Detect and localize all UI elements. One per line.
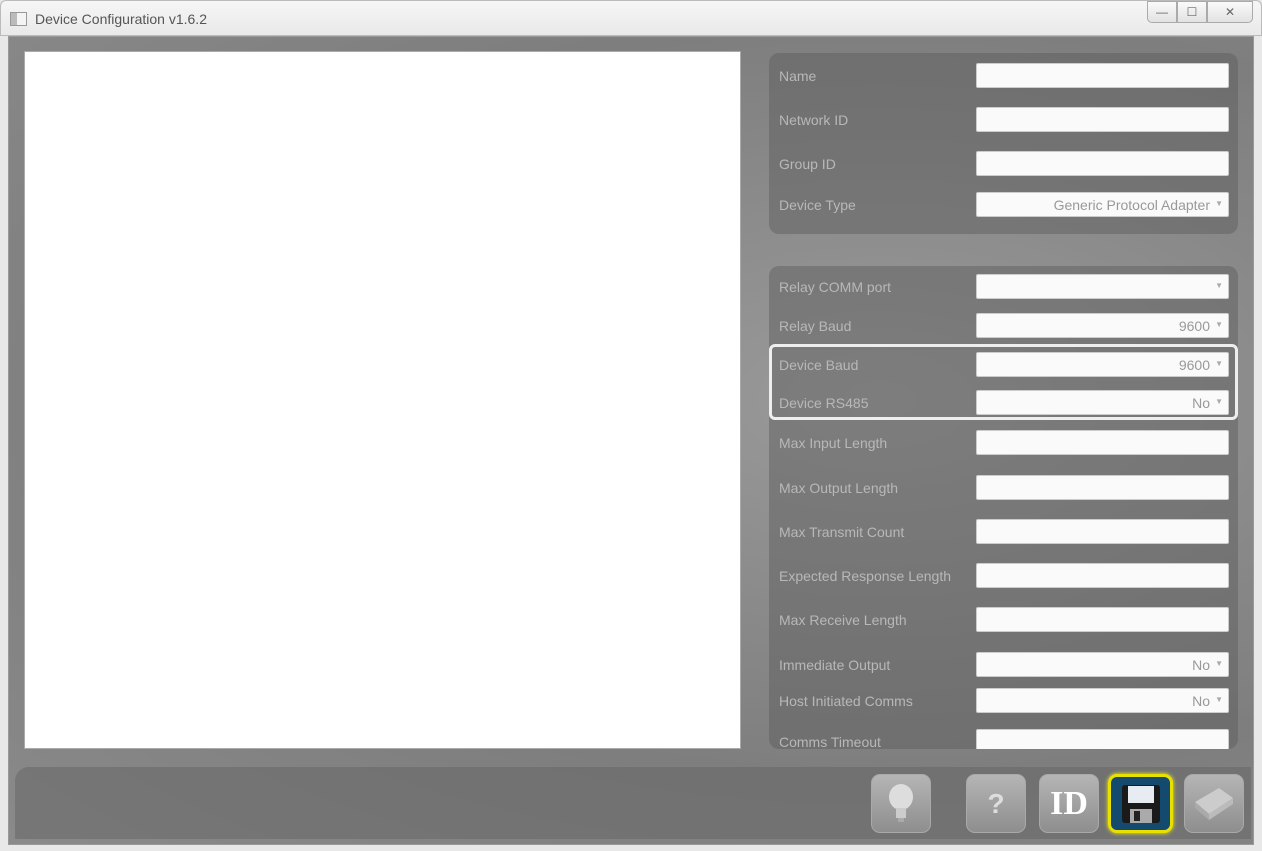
client-area: Name Network ID Group ID Device Type Gene… (8, 36, 1254, 845)
chevron-down-icon: ▼ (1215, 199, 1223, 208)
relay-baud-value: 9600 (1178, 318, 1210, 334)
lightbulb-button[interactable] (871, 774, 931, 833)
comms-row: Device RS485 No ▼ (779, 390, 1229, 416)
chevron-down-icon: ▼ (1215, 320, 1223, 329)
relay-comm-port-select[interactable]: ▼ (976, 274, 1229, 299)
toolbar: ? ID (15, 767, 1251, 839)
program-chip-button[interactable] (1184, 774, 1244, 833)
comms-row: Max Transmit Count (779, 519, 1229, 545)
device-type-value: Generic Protocol Adapter (1053, 197, 1210, 213)
preview-canvas (24, 51, 741, 749)
expected-response-length-input[interactable] (976, 563, 1229, 588)
device-baud-value: 9600 (1178, 357, 1210, 373)
relay-comm-port-label: Relay COMM port (779, 279, 892, 295)
device-baud-select[interactable]: 9600 ▼ (976, 352, 1229, 377)
immediate-output-value: No (1192, 657, 1210, 673)
group-id-label: Group ID (779, 156, 836, 172)
comms-row: Max Output Length (779, 475, 1229, 501)
title-bar: Device Configuration v1.6.2 — ☐ ✕ (0, 0, 1262, 36)
name-label: Name (779, 68, 817, 84)
device-baud-label: Device Baud (779, 357, 859, 373)
comms-row: Immediate Output No ▼ (779, 652, 1229, 678)
host-initiated-comms-select[interactable]: No ▼ (976, 688, 1229, 713)
app-icon (10, 12, 27, 26)
immediate-output-label: Immediate Output (779, 657, 891, 673)
device-panel: Name Network ID Group ID Device Type Gene… (769, 53, 1238, 234)
comms-row: Device Baud 9600 ▼ (779, 352, 1229, 378)
chevron-down-icon: ▼ (1215, 359, 1223, 368)
comms-row: Comms Timeout (779, 729, 1229, 749)
help-icon: ? (987, 787, 1005, 819)
group-id-input[interactable] (976, 151, 1229, 176)
minimize-button[interactable]: — (1147, 1, 1177, 23)
help-button[interactable]: ? (966, 774, 1026, 833)
chip-icon (1195, 787, 1233, 820)
maximize-button[interactable]: ☐ (1177, 1, 1207, 23)
comms-timeout-label: Comms Timeout (779, 734, 881, 749)
max-receive-length-label: Max Receive Length (779, 612, 907, 628)
comms-row: Max Input Length (779, 430, 1229, 456)
name-input[interactable] (976, 63, 1229, 88)
max-output-length-label: Max Output Length (779, 480, 899, 496)
close-button[interactable]: ✕ (1207, 1, 1253, 23)
window-title: Device Configuration v1.6.2 (35, 11, 207, 27)
relay-baud-select[interactable]: 9600 ▼ (976, 313, 1229, 338)
immediate-output-select[interactable]: No ▼ (976, 652, 1229, 677)
relay-baud-label: Relay Baud (779, 318, 852, 334)
device-type-label: Device Type (779, 197, 856, 213)
max-receive-length-input[interactable] (976, 607, 1229, 632)
lightbulb-icon (889, 783, 913, 822)
chevron-down-icon: ▼ (1215, 281, 1223, 290)
network-id-label: Network ID (779, 112, 849, 128)
device-rs485-label: Device RS485 (779, 395, 869, 411)
comms-row: Max Receive Length (779, 607, 1229, 633)
device-rs485-value: No (1192, 395, 1210, 411)
expected-response-length-label: Expected Response Length (779, 568, 952, 584)
network-id-input[interactable] (976, 107, 1229, 132)
chevron-down-icon: ▼ (1215, 695, 1223, 704)
max-output-length-input[interactable] (976, 475, 1229, 500)
max-transmit-count-label: Max Transmit Count (779, 524, 905, 540)
comms-panel: Relay COMM port ▼ Relay Baud 9600 ▼ Device Ba… (769, 266, 1238, 749)
comms-row: Expected Response Length (779, 563, 1229, 589)
max-input-length-input[interactable] (976, 430, 1229, 455)
save-icon (1121, 784, 1160, 823)
id-icon: ID (1050, 784, 1088, 822)
id-button[interactable]: ID (1039, 774, 1099, 833)
device-type-select[interactable]: Generic Protocol Adapter ▼ (976, 192, 1229, 217)
comms-row: Host Initiated Comms No ▼ (779, 688, 1229, 714)
host-initiated-comms-value: No (1192, 693, 1210, 709)
save-button[interactable] (1108, 774, 1173, 833)
chevron-down-icon: ▼ (1215, 397, 1223, 406)
device-rs485-select[interactable]: No ▼ (976, 390, 1229, 415)
comms-timeout-input[interactable] (976, 729, 1229, 749)
chevron-down-icon: ▼ (1215, 659, 1223, 668)
max-transmit-count-input[interactable] (976, 519, 1229, 544)
max-input-length-label: Max Input Length (779, 435, 888, 451)
comms-row: Relay COMM port ▼ (779, 274, 1229, 300)
host-initiated-comms-label: Host Initiated Comms (779, 693, 913, 709)
comms-row: Relay Baud 9600 ▼ (779, 313, 1229, 339)
